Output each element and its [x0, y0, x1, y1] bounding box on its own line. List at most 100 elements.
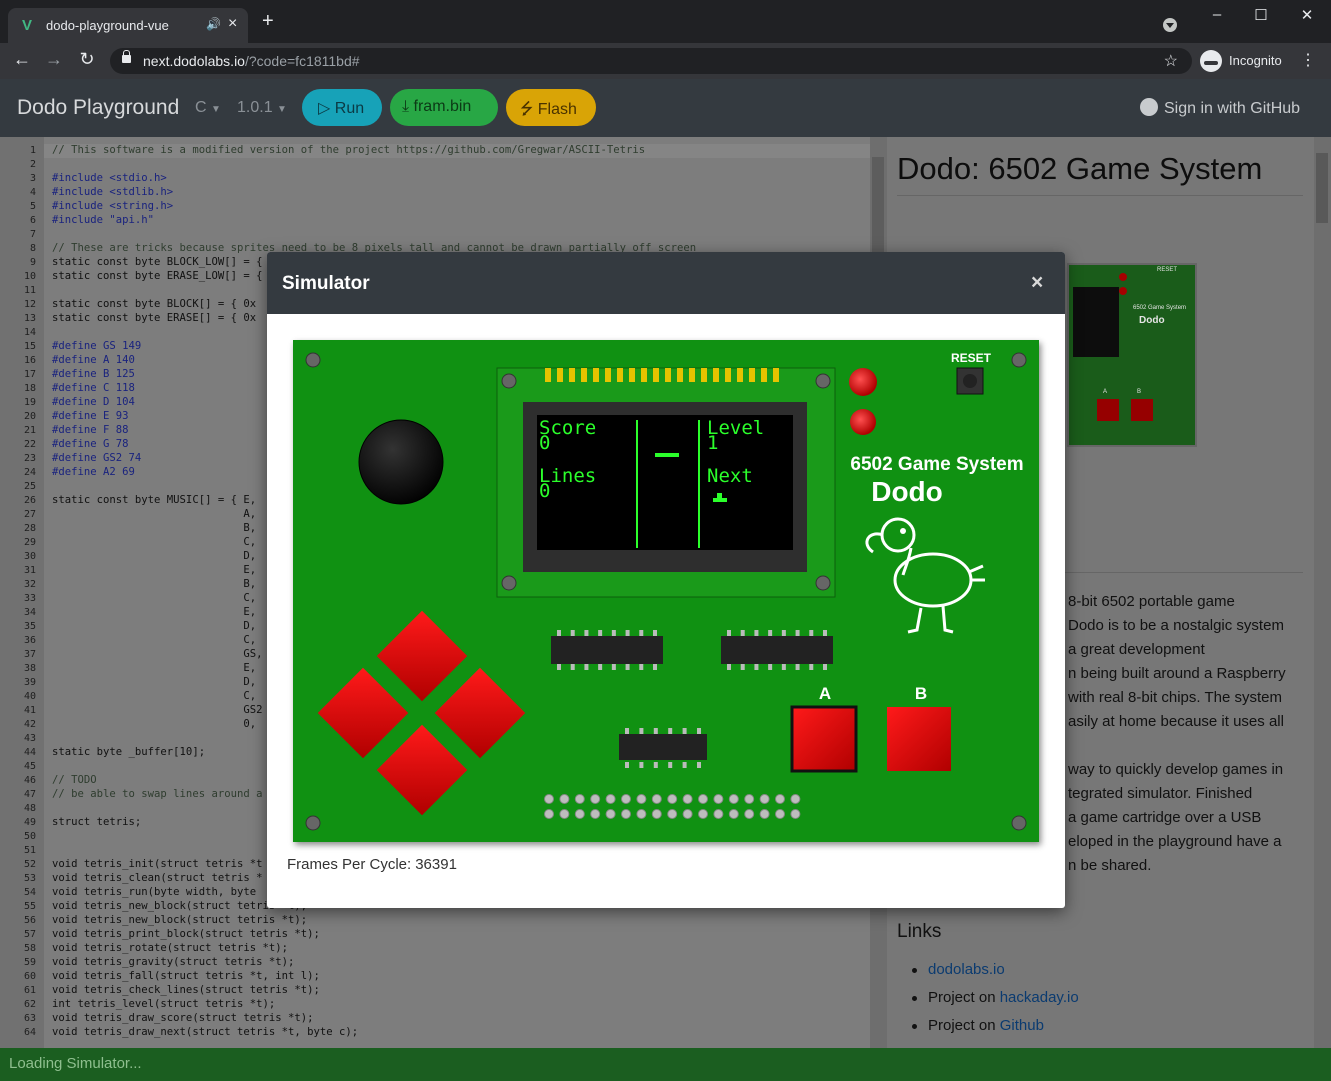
next-label: Next: [707, 465, 753, 487]
header-pin: [759, 809, 770, 819]
display-pin: [689, 368, 695, 382]
header-pin: [744, 809, 755, 819]
header-pin: [728, 809, 739, 819]
dpad-up-button[interactable]: [376, 610, 468, 702]
header-pin: [574, 809, 585, 819]
browser-tab[interactable]: V dodo-playground-vue 🔊 ×: [8, 8, 248, 43]
header-pin: [590, 794, 601, 804]
reset-button-cap[interactable]: [963, 374, 977, 388]
chip-pin: [795, 630, 800, 636]
display-pin: [677, 368, 683, 382]
forward-icon[interactable]: →: [42, 49, 66, 70]
chip-pin: [611, 664, 616, 670]
flash-label: Flash: [537, 101, 577, 118]
mount-hole: [305, 352, 321, 368]
display-pin: [761, 368, 767, 382]
header-pin: [636, 809, 647, 819]
chip-pin: [611, 630, 616, 636]
header-pin: [682, 809, 693, 819]
header-pin: [544, 794, 554, 804]
flash-button[interactable]: ⭍ Flash: [506, 89, 596, 126]
chip-pin: [653, 728, 658, 734]
chip-pin: [598, 630, 603, 636]
a-button[interactable]: [790, 705, 858, 773]
chip-pin: [639, 728, 644, 734]
chip-pin: [570, 664, 575, 670]
chip-pin: [781, 630, 786, 636]
display-pin: [629, 368, 635, 382]
header-pin: [651, 794, 662, 804]
brand[interactable]: Dodo Playground: [17, 96, 179, 120]
dpad-right-button[interactable]: [434, 667, 526, 759]
modal-close-button[interactable]: ×: [1031, 271, 1043, 295]
header-pin: [698, 794, 708, 804]
dodo-eye-icon: [900, 528, 906, 534]
header-pin: [590, 809, 601, 819]
mount-hole: [1011, 352, 1027, 368]
github-signin-link[interactable]: Sign in with GitHub: [1140, 98, 1300, 118]
chip-pin: [625, 664, 630, 670]
header-pin: [790, 809, 801, 819]
header-pin: [667, 794, 678, 804]
run-button[interactable]: ▷ Run: [302, 89, 382, 126]
audio-icon[interactable]: 🔊: [206, 17, 221, 31]
header-pin: [728, 794, 739, 804]
browser-menu-icon[interactable]: ⋮: [1300, 50, 1316, 70]
url-host: next.dodolabs.io: [143, 53, 245, 69]
language-dropdown[interactable]: C ▼: [195, 99, 221, 117]
bookmark-star-icon[interactable]: ☆: [1164, 51, 1178, 71]
display-pin: [713, 368, 719, 382]
language-label: C: [195, 99, 207, 116]
ic-chip: [721, 636, 833, 664]
chip-pin: [570, 630, 575, 636]
vue-favicon-icon: V: [22, 17, 33, 34]
button-a-label: A: [819, 684, 831, 703]
header-pin: [713, 794, 724, 804]
incognito-badge[interactable]: Incognito: [1197, 48, 1289, 74]
chip-pin: [625, 630, 630, 636]
falling-piece: [655, 453, 679, 457]
lock-icon: [122, 50, 131, 63]
chip-pin: [768, 630, 773, 636]
chip-pin: [781, 664, 786, 670]
chip-pin: [653, 664, 657, 670]
tab-close-icon[interactable]: ×: [228, 15, 237, 33]
header-pin: [759, 794, 770, 804]
chip-pin: [809, 630, 814, 636]
chip-pin: [653, 762, 658, 768]
chip-pin: [754, 664, 759, 670]
header-pin: [636, 794, 647, 804]
back-icon[interactable]: ←: [10, 49, 34, 70]
joystick[interactable]: [358, 419, 444, 505]
chip-pin: [639, 664, 644, 670]
dodo-bird-icon: [865, 517, 985, 634]
chip-pin: [598, 664, 603, 670]
new-tab-button[interactable]: +: [262, 11, 274, 31]
chip-pin: [697, 728, 701, 734]
reload-icon[interactable]: ↻: [75, 49, 99, 70]
chip-pin: [823, 664, 827, 670]
chip-pin: [740, 664, 745, 670]
display-pin: [701, 368, 707, 382]
chip-pin: [639, 762, 644, 768]
chip-pin: [809, 664, 814, 670]
display-pin: [653, 368, 659, 382]
next-piece: [717, 493, 722, 498]
system-title: 6502 Game System: [850, 454, 1023, 475]
dpad-left-button[interactable]: [317, 667, 409, 759]
maximize-icon[interactable]: ☐: [1238, 6, 1284, 24]
b-button[interactable]: [887, 707, 951, 771]
minimize-icon[interactable]: –: [1194, 6, 1240, 23]
address-bar[interactable]: next.dodolabs.io/?code=fc1811bd# ☆: [110, 48, 1192, 74]
display-pin: [641, 368, 647, 382]
fram-label: fram.bin: [413, 98, 472, 115]
tab-title: dodo-playground-vue: [46, 18, 169, 33]
chip-pin: [668, 762, 673, 768]
fps-readout: Frames Per Cycle: 36391: [283, 856, 457, 873]
tab-search-icon[interactable]: [1163, 18, 1177, 32]
dpad-down-button[interactable]: [376, 724, 468, 816]
window-close-icon[interactable]: ✕: [1284, 6, 1330, 24]
mount-hole: [815, 575, 831, 591]
fram-download-button[interactable]: ⤓ fram.bin: [390, 89, 498, 126]
version-dropdown[interactable]: 1.0.1 ▼: [237, 99, 287, 117]
